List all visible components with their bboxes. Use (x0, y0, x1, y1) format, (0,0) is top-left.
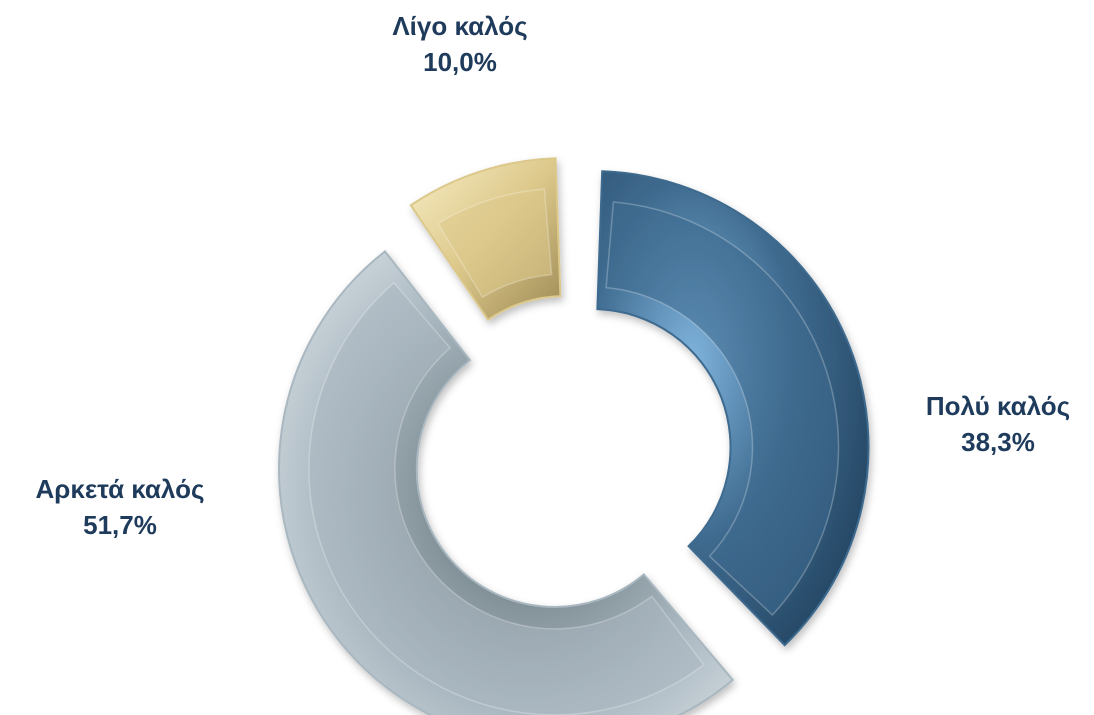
slice-value-label: 38,3% (961, 427, 1035, 457)
slice-label-ligo-kalos: Λίγο καλός 10,0% (340, 8, 580, 80)
doughnut-chart-canvas (278, 157, 870, 715)
slice-value-label: 10,0% (423, 47, 497, 77)
slice-value-label: 51,7% (83, 510, 157, 540)
slice-category-label: Πολύ καλός (925, 391, 1071, 421)
slice-label-arketa-kalos: Αρκετά καλός 51,7% (0, 471, 240, 543)
slice-label-polu-kalos: Πολύ καλός 38,3% (878, 388, 1094, 460)
doughnut-chart: Πολύ καλός 38,3% Αρκετά καλός 51,7% Λίγο… (0, 0, 1094, 715)
slice-category-label: Λίγο καλός (392, 11, 528, 41)
slices-group (278, 157, 870, 715)
slice-polu-kalos-bevel (605, 201, 840, 616)
slice-category-label: Αρκετά καλός (35, 474, 205, 504)
